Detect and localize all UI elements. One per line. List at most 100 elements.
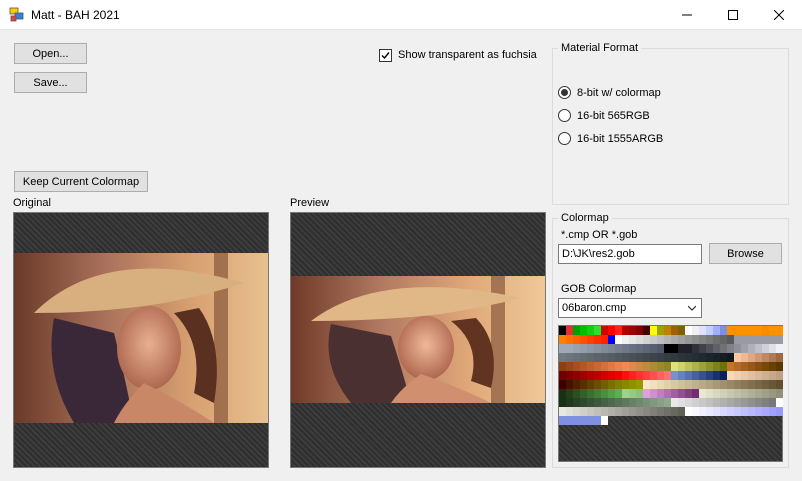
palette-swatch	[671, 389, 678, 398]
palette-swatch	[657, 407, 664, 416]
palette-swatch	[748, 398, 755, 407]
close-button[interactable]	[756, 0, 802, 30]
palette-swatch	[762, 371, 769, 380]
palette-swatch	[678, 344, 685, 353]
palette-swatch	[678, 389, 685, 398]
palette-swatch	[762, 335, 769, 344]
palette-swatch	[657, 380, 664, 389]
palette-swatch	[678, 371, 685, 380]
palette-swatch	[615, 407, 622, 416]
palette-swatch	[580, 326, 587, 335]
gob-colormap-select[interactable]: 06baron.cmp	[558, 298, 702, 318]
palette-swatch	[692, 344, 699, 353]
palette-swatch	[608, 389, 615, 398]
palette-swatch	[587, 362, 594, 371]
palette-swatch	[755, 398, 762, 407]
palette-swatch	[734, 380, 741, 389]
palette-swatch	[622, 362, 629, 371]
palette-swatch	[734, 326, 741, 335]
radio-16bit-1555argb[interactable]	[558, 132, 571, 145]
palette-swatch	[573, 371, 580, 380]
palette-swatch	[755, 362, 762, 371]
show-transparent-checkbox[interactable]	[379, 49, 392, 62]
palette-swatch	[727, 407, 734, 416]
palette-swatch	[720, 380, 727, 389]
window-title: Matt - BAH 2021	[31, 8, 120, 22]
palette-swatch	[657, 398, 664, 407]
preview-label: Preview	[290, 197, 330, 209]
palette-swatch	[692, 326, 699, 335]
palette-swatch	[720, 407, 727, 416]
palette-swatch	[685, 344, 692, 353]
palette-swatch	[608, 380, 615, 389]
palette-swatch	[601, 353, 608, 362]
palette-swatch	[559, 398, 566, 407]
keep-colormap-button[interactable]: Keep Current Colormap	[14, 171, 148, 192]
palette-swatch	[615, 362, 622, 371]
palette-swatch	[636, 326, 643, 335]
palette-swatch	[650, 344, 657, 353]
palette-swatch	[587, 371, 594, 380]
palette-swatch	[594, 335, 601, 344]
palette-swatch	[650, 380, 657, 389]
palette-swatch	[601, 389, 608, 398]
palette-swatch	[559, 353, 566, 362]
palette-swatch	[587, 416, 594, 425]
palette-swatch	[748, 335, 755, 344]
original-label: Original	[13, 197, 51, 209]
palette-swatch	[706, 398, 713, 407]
palette-swatch	[566, 380, 573, 389]
palette-swatch	[650, 371, 657, 380]
save-button[interactable]: Save...	[14, 72, 87, 93]
palette-swatch	[629, 389, 636, 398]
palette-swatch	[706, 326, 713, 335]
palette-swatch	[573, 344, 580, 353]
palette-swatch	[776, 362, 783, 371]
palette-swatch	[713, 335, 720, 344]
palette-swatch	[664, 344, 671, 353]
radio-16bit-565rgb[interactable]	[558, 109, 571, 122]
palette-swatch	[734, 362, 741, 371]
palette-swatch	[636, 371, 643, 380]
palette-swatch	[699, 353, 706, 362]
palette-swatch	[720, 398, 727, 407]
palette-swatch	[664, 362, 671, 371]
palette-swatch	[776, 335, 783, 344]
palette-swatch	[636, 344, 643, 353]
palette-swatch	[706, 389, 713, 398]
maximize-button[interactable]	[710, 0, 756, 30]
palette-swatch	[629, 407, 636, 416]
palette-swatch	[699, 380, 706, 389]
close-icon	[774, 10, 784, 20]
palette-swatch	[769, 380, 776, 389]
palette-swatch	[741, 398, 748, 407]
palette-swatch	[566, 416, 573, 425]
colormap-path-input[interactable]: D:\JK\res2.gob	[558, 244, 702, 264]
palette-swatch	[643, 326, 650, 335]
palette-swatch	[636, 398, 643, 407]
palette-swatch	[713, 380, 720, 389]
palette-swatch	[727, 371, 734, 380]
palette-swatch	[629, 380, 636, 389]
palette-swatch	[776, 353, 783, 362]
palette-swatch	[622, 335, 629, 344]
palette-swatch	[629, 398, 636, 407]
radio-8bit-colormap[interactable]	[558, 86, 571, 99]
palette-swatch	[650, 353, 657, 362]
palette-swatch	[601, 335, 608, 344]
palette-swatch	[755, 335, 762, 344]
palette-swatch	[664, 353, 671, 362]
palette-swatch	[601, 326, 608, 335]
palette-swatch	[657, 326, 664, 335]
palette-swatch	[650, 398, 657, 407]
open-button[interactable]: Open...	[14, 43, 87, 64]
palette-swatch	[720, 344, 727, 353]
minimize-button[interactable]	[664, 0, 710, 30]
palette-swatch	[678, 407, 685, 416]
palette-swatch	[713, 407, 720, 416]
browse-button[interactable]: Browse	[709, 243, 782, 264]
palette-swatch	[685, 380, 692, 389]
palette-swatch	[678, 362, 685, 371]
palette-swatch	[713, 389, 720, 398]
app-icon	[9, 7, 24, 22]
